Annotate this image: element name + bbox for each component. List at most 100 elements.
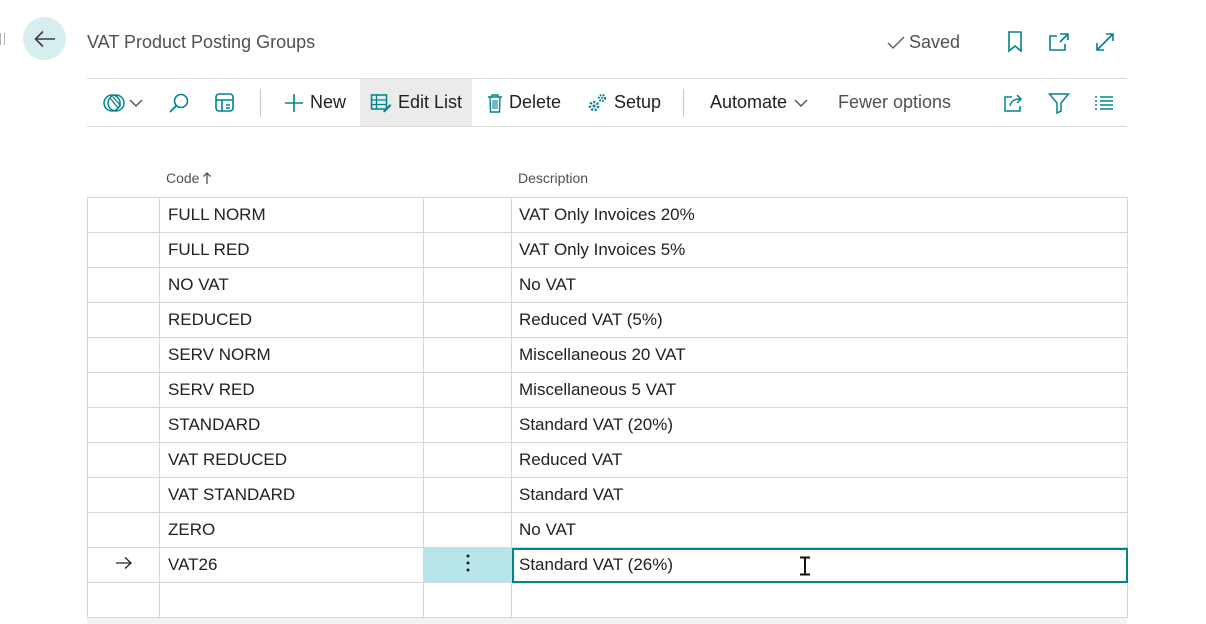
row-indicator[interactable]: [87, 582, 160, 618]
description-cell[interactable]: Standard VAT (20%): [511, 407, 1128, 443]
row-menu-cell[interactable]: [423, 232, 512, 268]
row-menu-cell[interactable]: [423, 372, 512, 408]
description-cell[interactable]: Miscellaneous 5 VAT: [511, 372, 1128, 408]
table-row[interactable]: VAT REDUCED Reduced VAT: [87, 442, 1128, 478]
code-cell[interactable]: STANDARD: [159, 407, 424, 443]
fewer-options-button[interactable]: Fewer options: [838, 79, 951, 126]
edit-list-button[interactable]: Edit List: [360, 79, 472, 126]
row-menu-cell[interactable]: [423, 197, 512, 233]
row-indicator[interactable]: [87, 442, 160, 478]
code-cell[interactable]: VAT REDUCED: [159, 442, 424, 478]
layout-button[interactable]: [214, 79, 236, 126]
expand-icon: [1096, 33, 1114, 51]
views-icon: [103, 93, 125, 112]
filter-button[interactable]: [1048, 79, 1070, 126]
column-header-description-label: Description: [518, 170, 589, 186]
table-row-active[interactable]: VAT26 Standard VAT (26%): [87, 547, 1128, 583]
code-cell[interactable]: ZERO: [159, 512, 424, 548]
row-indicator[interactable]: [87, 302, 160, 338]
code-cell[interactable]: VAT STANDARD: [159, 477, 424, 513]
table-row[interactable]: REDUCED Reduced VAT (5%): [87, 302, 1128, 338]
code-cell[interactable]: SERV NORM: [159, 337, 424, 373]
table-row-empty[interactable]: [87, 582, 1128, 618]
delete-label: Delete: [509, 92, 562, 112]
description-cell[interactable]: VAT Only Invoices 20%: [511, 197, 1128, 233]
row-menu-cell[interactable]: [423, 407, 512, 443]
table-row[interactable]: FULL NORM VAT Only Invoices 20%: [87, 197, 1128, 233]
description-cell[interactable]: No VAT: [511, 267, 1128, 303]
row-indicator[interactable]: [87, 232, 160, 268]
row-indicator[interactable]: [87, 197, 160, 233]
row-menu-cell[interactable]: [423, 267, 512, 303]
layout-icon: [215, 92, 234, 112]
row-indicator[interactable]: [87, 477, 160, 513]
row-indicator[interactable]: [87, 267, 160, 303]
code-cell[interactable]: VAT26: [159, 547, 424, 583]
description-cell[interactable]: Reduced VAT (5%): [511, 302, 1128, 338]
edit-list-label: Edit List: [397, 92, 463, 112]
row-menu-cell[interactable]: [423, 477, 512, 513]
page-title: VAT Product Posting Groups: [87, 32, 316, 52]
description-cell[interactable]: Miscellaneous 20 VAT: [511, 337, 1128, 373]
list-view-button[interactable]: [1094, 79, 1114, 126]
row-indicator[interactable]: [87, 337, 160, 373]
table-row[interactable]: STANDARD Standard VAT (20%): [87, 407, 1128, 443]
table-row[interactable]: SERV NORM Miscellaneous 20 VAT: [87, 337, 1128, 373]
description-cell[interactable]: Standard VAT: [511, 477, 1128, 513]
data-grid: FULL NORM VAT Only Invoices 20% FULL RED…: [87, 197, 1128, 618]
table-row[interactable]: VAT STANDARD Standard VAT: [87, 477, 1128, 513]
row-menu-cell[interactable]: [423, 547, 512, 583]
grid-footer: [87, 618, 1127, 624]
row-indicator[interactable]: [87, 372, 160, 408]
bookmark-button[interactable]: [1003, 30, 1027, 54]
row-menu-cell[interactable]: [423, 582, 512, 618]
toolbar-separator: [260, 89, 261, 117]
more-vertical-icon[interactable]: [465, 553, 471, 573]
code-cell[interactable]: [159, 582, 424, 618]
description-cell-value: Standard VAT (26%): [519, 555, 674, 574]
table-row[interactable]: ZERO No VAT: [87, 512, 1128, 548]
share-button[interactable]: [1003, 79, 1025, 126]
code-cell[interactable]: FULL NORM: [159, 197, 424, 233]
bookmark-icon: [1008, 31, 1022, 53]
fewer-options-label: Fewer options: [838, 92, 952, 112]
setup-button[interactable]: Setup: [586, 79, 661, 126]
row-menu-cell[interactable]: [423, 337, 512, 373]
text-cursor-icon: [800, 556, 810, 576]
row-indicator[interactable]: [87, 547, 160, 583]
action-toolbar: New Edit List Delete Setup Automate Fewe…: [87, 79, 1127, 126]
code-cell[interactable]: FULL RED: [159, 232, 424, 268]
back-arrow-icon: [33, 30, 55, 47]
new-button[interactable]: New: [284, 79, 346, 126]
description-cell[interactable]: Reduced VAT: [511, 442, 1128, 478]
open-in-new-window-button[interactable]: [1047, 30, 1071, 54]
row-menu-cell[interactable]: [423, 302, 512, 338]
description-cell[interactable]: [511, 582, 1128, 618]
views-button[interactable]: [102, 79, 143, 126]
sort-up-icon: [203, 172, 212, 184]
code-cell[interactable]: SERV RED: [159, 372, 424, 408]
automate-label: Automate: [710, 92, 788, 112]
row-menu-cell[interactable]: [423, 442, 512, 478]
row-indicator[interactable]: [87, 512, 160, 548]
code-cell[interactable]: NO VAT: [159, 267, 424, 303]
back-button[interactable]: [23, 17, 66, 60]
description-cell[interactable]: No VAT: [511, 512, 1128, 548]
row-menu-cell[interactable]: [423, 512, 512, 548]
description-cell[interactable]: VAT Only Invoices 5%: [511, 232, 1128, 268]
delete-button[interactable]: Delete: [487, 79, 561, 126]
chevron-down-icon: [129, 99, 143, 107]
table-row[interactable]: SERV RED Miscellaneous 5 VAT: [87, 372, 1128, 408]
column-header-code[interactable]: Code: [166, 170, 212, 186]
description-cell-editing[interactable]: Standard VAT (26%): [511, 547, 1128, 583]
column-header-description[interactable]: Description: [518, 170, 588, 186]
expand-button[interactable]: [1093, 30, 1117, 54]
code-cell[interactable]: REDUCED: [159, 302, 424, 338]
table-row[interactable]: NO VAT No VAT: [87, 267, 1128, 303]
search-button[interactable]: [168, 79, 190, 126]
table-row[interactable]: FULL RED VAT Only Invoices 5%: [87, 232, 1128, 268]
edit-list-icon: [370, 93, 392, 112]
checkmark-icon: [887, 35, 905, 49]
row-indicator[interactable]: [87, 407, 160, 443]
automate-button[interactable]: Automate: [710, 79, 808, 126]
